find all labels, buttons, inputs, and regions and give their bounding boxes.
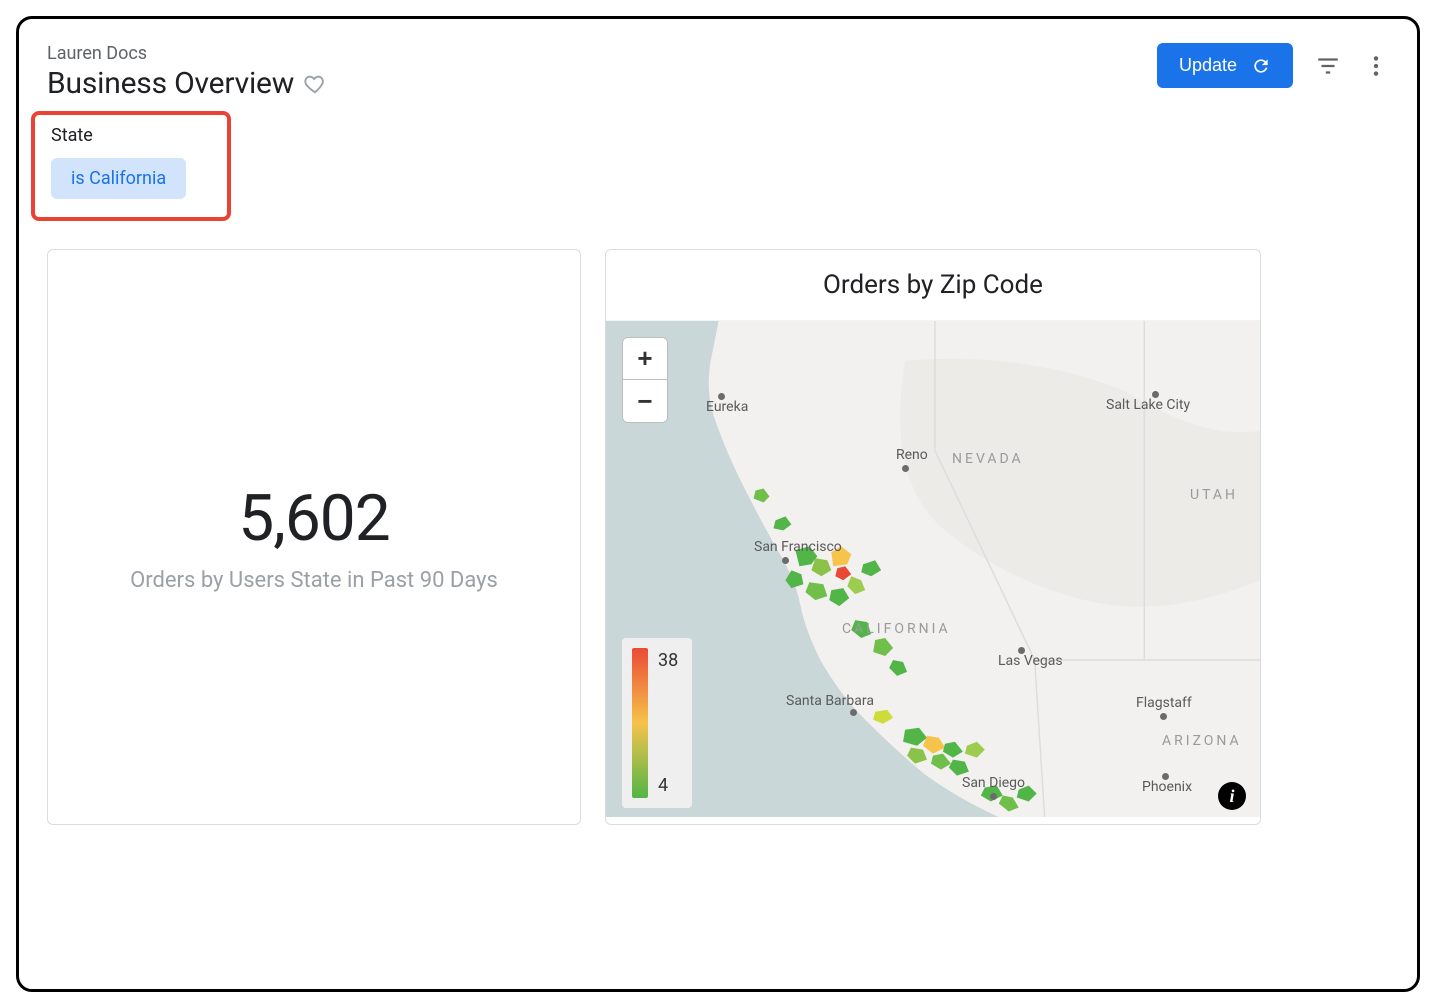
- kpi-value: 5,602: [238, 481, 389, 556]
- refresh-icon: [1251, 56, 1271, 76]
- legend-gradient: [632, 648, 648, 798]
- map-tile: Orders by Zip Code: [605, 249, 1261, 825]
- city-dot: [782, 557, 789, 564]
- page-title: Business Overview: [47, 66, 294, 101]
- heart-icon[interactable]: [304, 73, 326, 95]
- legend-min: 4: [658, 775, 678, 796]
- city-label-eureka: Eureka: [706, 399, 748, 415]
- state-label-utah: UTAH: [1190, 487, 1238, 503]
- city-dot: [902, 465, 909, 472]
- tiles-row: 5,602 Orders by Users State in Past 90 D…: [47, 249, 1389, 825]
- city-label-flagstaff: Flagstaff: [1136, 695, 1192, 711]
- kpi-label: Orders by Users State in Past 90 Days: [130, 568, 498, 593]
- map-legend: 38 4: [622, 638, 692, 808]
- breadcrumb[interactable]: Lauren Docs: [47, 43, 326, 64]
- header: Lauren Docs Business Overview Update: [47, 43, 1389, 101]
- city-dot: [850, 709, 857, 716]
- header-actions: Update: [1157, 43, 1389, 88]
- map-title: Orders by Zip Code: [606, 250, 1260, 321]
- filter-label: State: [51, 125, 211, 146]
- state-label-arizona: ARIZONA: [1162, 733, 1242, 749]
- city-label-sb: Santa Barbara: [786, 693, 874, 709]
- city-label-vegas: Las Vegas: [998, 653, 1063, 669]
- city-label-phoenix: Phoenix: [1142, 779, 1192, 795]
- city-dot: [1160, 713, 1167, 720]
- state-label-nevada: NEVADA: [952, 451, 1024, 467]
- state-label-california: CALIFORNIA: [842, 621, 951, 637]
- city-label-sf: San Francisco: [754, 539, 842, 555]
- update-button-label: Update: [1179, 55, 1237, 76]
- title-row: Business Overview: [47, 66, 326, 101]
- city-label-sd: San Diego: [962, 775, 1025, 791]
- info-icon[interactable]: i: [1218, 782, 1246, 810]
- legend-labels: 38 4: [658, 648, 678, 798]
- filter-chip-state[interactable]: is California: [51, 158, 186, 199]
- header-left: Lauren Docs Business Overview: [47, 43, 326, 101]
- filters-section: State is California: [47, 111, 1389, 221]
- map-body[interactable]: + − 38 4 i Eureka Reno Salt Lake: [606, 321, 1260, 824]
- more-icon[interactable]: [1363, 53, 1389, 79]
- filter-icon[interactable]: [1315, 53, 1341, 79]
- filter-highlight-box: State is California: [31, 111, 231, 221]
- city-dot: [990, 793, 997, 800]
- legend-max: 38: [658, 650, 678, 671]
- kpi-tile[interactable]: 5,602 Orders by Users State in Past 90 D…: [47, 249, 581, 825]
- city-label-reno: Reno: [896, 447, 928, 463]
- dashboard-frame: Lauren Docs Business Overview Update: [16, 16, 1420, 992]
- zoom-controls: + −: [622, 337, 668, 423]
- city-label-salt-lake: Salt Lake City: [1106, 397, 1190, 413]
- zoom-in-button[interactable]: +: [623, 338, 667, 380]
- update-button[interactable]: Update: [1157, 43, 1293, 88]
- zoom-out-button[interactable]: −: [623, 380, 667, 422]
